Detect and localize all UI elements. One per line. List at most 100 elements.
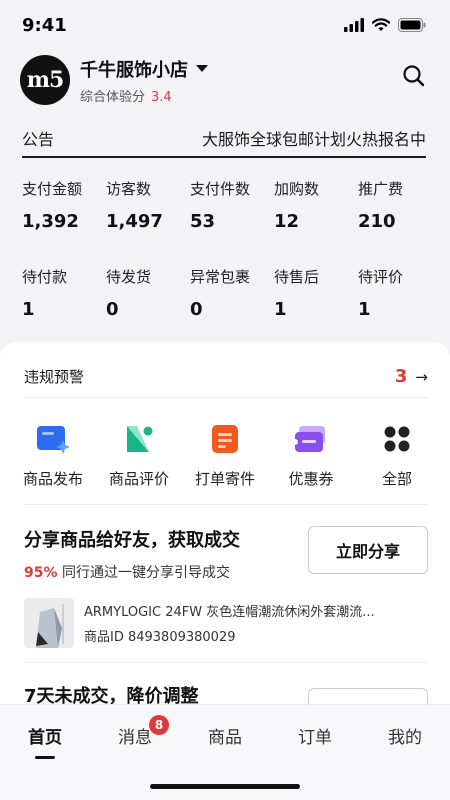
score-row: 综合体验分 3.4 bbox=[80, 86, 208, 105]
stat-label: 待发货 bbox=[106, 268, 152, 286]
print-icon bbox=[208, 422, 242, 456]
grid-icon bbox=[380, 422, 414, 456]
score-label: 综合体验分 bbox=[80, 89, 146, 105]
stat-value: 210 bbox=[358, 211, 396, 232]
product-text: ARMYLOGIC 24FW 灰色连帽潮流休闲外套潮流... 商品ID 8493… bbox=[84, 601, 414, 645]
stat-label: 待付款 bbox=[22, 268, 68, 286]
stats-row-metrics: 支付金额 1,392 访客数 1,497 支付件数 53 加购数 12 推广费 … bbox=[22, 178, 442, 266]
stat-label: 异常包裹 bbox=[190, 268, 251, 286]
search-icon bbox=[403, 65, 425, 87]
announcement-bar[interactable]: 公告 大服饰全球包邮计划火热报名中 bbox=[22, 120, 426, 158]
status-icons bbox=[344, 18, 426, 32]
publish-icon bbox=[36, 422, 70, 456]
stat-value: 0 bbox=[106, 299, 119, 320]
stat-value: 1,497 bbox=[106, 211, 163, 232]
active-tab-indicator bbox=[35, 756, 55, 759]
tab-orders[interactable]: 订单 bbox=[275, 723, 355, 759]
status-bar: 9:41 bbox=[0, 0, 450, 50]
stat-pending-ship[interactable]: 待发货 0 bbox=[106, 266, 190, 354]
share-rate: 95% bbox=[24, 565, 58, 581]
avatar-logo-text: m5 bbox=[26, 67, 65, 93]
stat-label: 待评价 bbox=[358, 268, 404, 286]
tab-products[interactable]: 商品 bbox=[185, 723, 265, 759]
announcement-text: 大服饰全球包邮计划火热报名中 bbox=[201, 130, 426, 149]
action-coupons[interactable]: 优惠券 bbox=[268, 422, 354, 489]
stat-label: 推广费 bbox=[358, 180, 404, 198]
stat-value: 1,392 bbox=[22, 211, 79, 232]
caret-down-icon bbox=[196, 64, 208, 72]
action-label: 打单寄件 bbox=[194, 470, 255, 488]
shop-header: m5 千牛服饰小店 综合体验分 3.4 bbox=[20, 52, 430, 108]
stat-after-sale[interactable]: 待售后 1 bbox=[274, 266, 358, 354]
shop-name-row[interactable]: 千牛服饰小店 bbox=[80, 56, 208, 82]
stat-abnormal-package[interactable]: 异常包裹 0 bbox=[190, 266, 274, 354]
arrow-right-icon: → bbox=[415, 367, 428, 386]
share-card: 分享商品给好友，获取成交 95% 同行通过一键分享引导成交 立即分享 ARMYL… bbox=[24, 526, 428, 648]
tabs: 首页 消息 8 商品 订单 我的 bbox=[0, 705, 450, 759]
action-label: 全部 bbox=[381, 470, 412, 488]
stat-value: 12 bbox=[274, 211, 300, 232]
quick-actions: 商品发布 商品评价 打单寄件 优惠券 全部 bbox=[10, 422, 440, 489]
announcement-label: 公告 bbox=[22, 130, 55, 149]
wifi-icon bbox=[372, 18, 390, 31]
violation-label: 违规预警 bbox=[24, 368, 85, 386]
message-badge: 8 bbox=[149, 715, 169, 735]
stat-visitors[interactable]: 访客数 1,497 bbox=[106, 178, 190, 266]
tab-home[interactable]: 首页 bbox=[5, 723, 85, 759]
violation-warning-row[interactable]: 违规预警 3 → bbox=[24, 356, 428, 398]
product-thumbnail bbox=[24, 598, 74, 648]
shop-info: 千牛服饰小店 综合体验分 3.4 bbox=[80, 56, 208, 105]
action-label: 商品发布 bbox=[22, 470, 83, 488]
violation-right: 3 → bbox=[395, 366, 428, 387]
home-indicator[interactable] bbox=[150, 784, 300, 789]
tab-label: 我的 bbox=[388, 728, 422, 748]
action-product-reviews[interactable]: 商品评价 bbox=[96, 422, 182, 489]
score-value: 3.4 bbox=[151, 89, 172, 105]
product-id: 商品ID 8493809380029 bbox=[84, 630, 236, 645]
battery-icon bbox=[398, 18, 426, 32]
share-now-button[interactable]: 立即分享 bbox=[308, 526, 428, 574]
stat-promo-cost[interactable]: 推广费 210 bbox=[358, 178, 442, 266]
product-title: ARMYLOGIC 24FW 灰色连帽潮流休闲外套潮流... bbox=[84, 605, 375, 620]
stats-grid: 支付金额 1,392 访客数 1,497 支付件数 53 加购数 12 推广费 … bbox=[22, 178, 442, 354]
review-icon bbox=[122, 422, 156, 456]
shared-product[interactable]: ARMYLOGIC 24FW 灰色连帽潮流休闲外套潮流... 商品ID 8493… bbox=[24, 598, 428, 648]
divider bbox=[24, 662, 428, 663]
stat-value: 1 bbox=[358, 299, 371, 320]
stat-label: 支付金额 bbox=[22, 180, 83, 198]
stat-label: 访客数 bbox=[106, 180, 152, 198]
tab-messages[interactable]: 消息 8 bbox=[95, 715, 175, 759]
action-label: 优惠券 bbox=[288, 470, 334, 488]
stats-row-orders: 待付款 1 待发货 0 异常包裹 0 待售后 1 待评价 1 bbox=[22, 266, 442, 354]
divider bbox=[24, 504, 428, 505]
stat-value: 0 bbox=[190, 299, 203, 320]
stat-pending-payment[interactable]: 待付款 1 bbox=[22, 266, 106, 354]
action-label: 商品评价 bbox=[108, 470, 169, 488]
signal-icon bbox=[344, 18, 364, 32]
stat-label: 加购数 bbox=[274, 180, 320, 198]
tab-profile[interactable]: 我的 bbox=[365, 723, 445, 759]
stat-value: 1 bbox=[22, 299, 35, 320]
search-button[interactable] bbox=[402, 64, 426, 92]
stat-label: 支付件数 bbox=[190, 180, 251, 198]
stat-pending-review[interactable]: 待评价 1 bbox=[358, 266, 442, 354]
shop-avatar[interactable]: m5 bbox=[20, 55, 70, 105]
stat-value: 53 bbox=[190, 211, 216, 232]
tab-label: 消息 bbox=[118, 728, 152, 748]
action-publish-product[interactable]: 商品发布 bbox=[10, 422, 96, 489]
action-print-ship[interactable]: 打单寄件 bbox=[182, 422, 268, 489]
status-time: 9:41 bbox=[22, 14, 67, 36]
share-subtitle-text: 同行通过一键分享引导成交 bbox=[61, 565, 230, 581]
action-all[interactable]: 全部 bbox=[354, 422, 440, 489]
stat-pay-items[interactable]: 支付件数 53 bbox=[190, 178, 274, 266]
stat-label: 待售后 bbox=[274, 268, 320, 286]
stat-pay-amount[interactable]: 支付金额 1,392 bbox=[22, 178, 106, 266]
tab-label: 商品 bbox=[208, 728, 242, 748]
tab-label: 首页 bbox=[28, 728, 62, 748]
stat-value: 1 bbox=[274, 299, 287, 320]
coupon-icon bbox=[294, 422, 328, 456]
shop-name: 千牛服饰小店 bbox=[80, 59, 188, 81]
stat-add-cart[interactable]: 加购数 12 bbox=[274, 178, 358, 266]
violation-count: 3 bbox=[394, 366, 408, 387]
tab-label: 订单 bbox=[298, 728, 332, 748]
